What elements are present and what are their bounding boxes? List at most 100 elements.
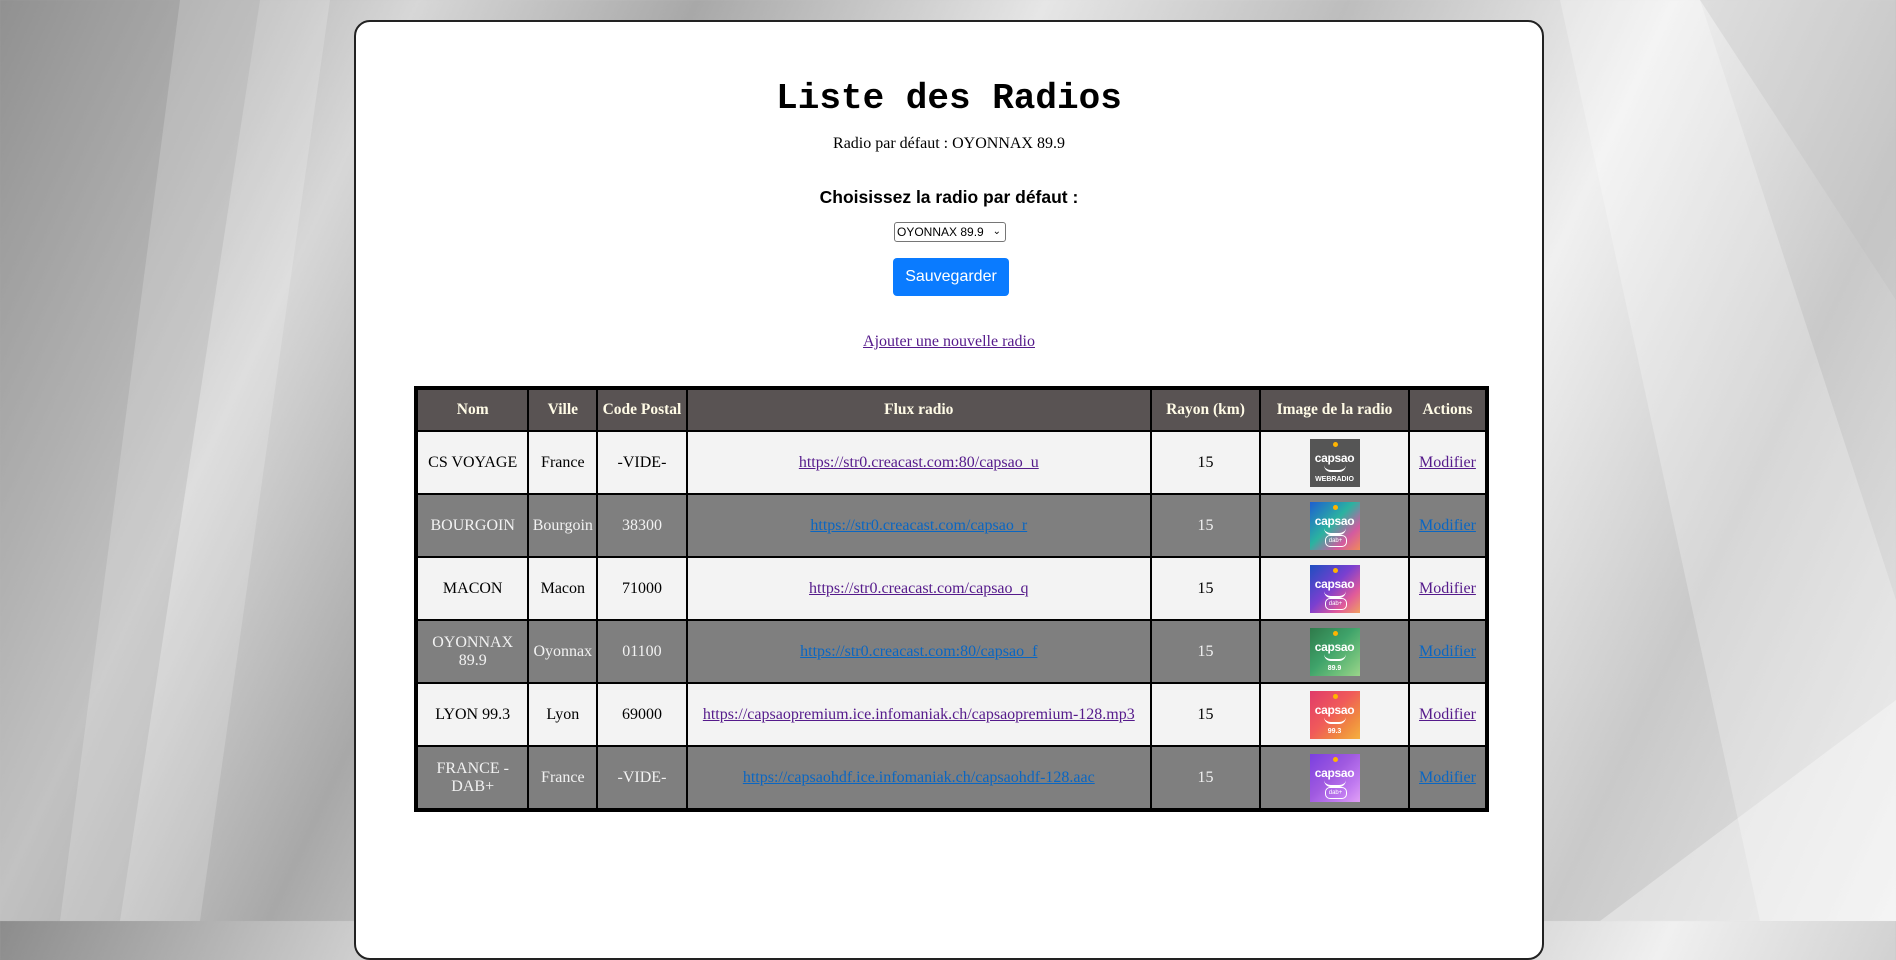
cell-actions: Modifier [1407, 430, 1489, 495]
logo-smile [1323, 591, 1346, 598]
modify-link[interactable]: Modifier [1419, 580, 1476, 597]
cell-code-postal: -VIDE- [596, 745, 688, 811]
radios-table: Nom Ville Code Postal Flux radio Rayon (… [414, 386, 1489, 812]
cell-nom: OYONNAX 89.9 [414, 619, 530, 684]
table-row: OYONNAX 89.9 Oyonnax 01100 https://str0.cre… [414, 619, 1489, 684]
cell-flux: https://str0.creacast.com/capsao_q [685, 556, 1152, 621]
cell-flux: https://capsaopremium.ice.infomaniak.ch/… [685, 682, 1152, 747]
add-radio-link-text[interactable]: Ajouter une nouvelle radio [863, 333, 1035, 350]
cell-image: capsao 99.3 [1259, 682, 1410, 747]
cell-flux: https://str0.creacast.com:80/capsao_f [685, 619, 1152, 684]
radio-logo-image: capsao dab+ [1309, 564, 1360, 613]
cell-actions: Modifier [1407, 556, 1489, 621]
cell-nom: FRANCE - DAB+ [414, 745, 530, 811]
default-radio-value: OYONNAX 89.9 [952, 135, 1065, 152]
cell-image: capsao 89.9 [1259, 619, 1410, 684]
cell-actions: Modifier [1407, 682, 1489, 747]
logo-badge: dab+ [1324, 534, 1347, 547]
main-card: Liste des Radios Radio par défaut : OYON… [354, 20, 1544, 960]
modify-link[interactable]: Modifier [1419, 769, 1476, 786]
logo-subtitle: WEBRADIO [1315, 475, 1354, 483]
logo-subtitle: 89.9 [1327, 664, 1342, 672]
cell-rayon: 15 [1149, 430, 1262, 495]
cell-actions: Modifier [1407, 619, 1489, 684]
logo-smile [1323, 654, 1346, 661]
cell-image: capsao dab+ [1259, 493, 1410, 558]
cell-code-postal: 69000 [596, 682, 688, 747]
cell-code-postal: 38300 [596, 493, 688, 558]
col-header-ville: Ville [527, 387, 599, 432]
cell-flux: https://str0.creacast.com:80/capsao_u [685, 430, 1152, 495]
logo-name: capsao [1314, 450, 1355, 465]
logo-name: capsao [1314, 639, 1355, 654]
table-row: MACON Macon 71000 https://str0.creacast.com… [414, 556, 1489, 621]
logo-name: capsao [1314, 576, 1355, 591]
select-value: OYONNAX 89.9 [897, 225, 984, 239]
cell-nom: BOURGOIN [414, 493, 530, 558]
choose-default-label: Choisissez la radio par défaut : [819, 187, 1079, 207]
modify-link[interactable]: Modifier [1419, 643, 1476, 660]
cell-flux: https://str0.creacast.com/capsao_r [685, 493, 1152, 558]
table-row: FRANCE - DAB+ France -VIDE-https://capsaoh… [414, 745, 1489, 811]
logo-dot [1332, 630, 1338, 636]
cell-ville: Lyon [527, 682, 599, 747]
table-row: BOURGOIN Bourgoin 38300 https://str0.creaca… [414, 493, 1489, 558]
cell-ville: Oyonnax [527, 619, 599, 684]
stream-link[interactable]: https://str0.creacast.com:80/capsao_f [800, 643, 1037, 660]
col-header-code-postal: Code Postal [596, 387, 688, 432]
logo-smile [1323, 465, 1346, 472]
logo-badge: dab+ [1324, 597, 1347, 610]
stream-link[interactable]: https://str0.creacast.com/capsao_r [810, 517, 1027, 534]
modify-link[interactable]: Modifier [1419, 706, 1476, 723]
cell-nom: CS VOYAGE [414, 430, 530, 495]
cell-nom: MACON [414, 556, 530, 621]
save-button[interactable]: Sauvegarder [893, 258, 1009, 296]
col-header-nom: Nom [414, 387, 530, 432]
cell-nom: LYON 99.3 [414, 682, 530, 747]
logo-dot [1332, 504, 1338, 510]
default-radio-line: Radio par défaut : OYONNAX 89.9 [356, 135, 1542, 153]
table-header-row: Nom Ville Code Postal Flux radio Rayon (… [414, 387, 1489, 432]
default-radio-select[interactable]: OYONNAX 89.9 ⌄ [894, 222, 1006, 242]
col-header-rayon: Rayon (km) [1149, 387, 1262, 432]
cell-image: capsao WEBRADIO [1259, 430, 1410, 495]
radio-logo-image: capsao 99.3 [1309, 690, 1360, 739]
radio-logo-image: capsao WEBRADIO [1309, 438, 1360, 487]
table-row: CS VOYAGE France -VIDE-https://str0.creaca… [414, 430, 1489, 495]
col-header-image: Image de la radio [1259, 387, 1410, 432]
cell-ville: Bourgoin [527, 493, 599, 558]
cell-rayon: 15 [1149, 493, 1262, 558]
cell-code-postal: 01100 [596, 619, 688, 684]
cell-code-postal: -VIDE- [596, 430, 688, 495]
logo-name: capsao [1314, 513, 1355, 528]
modify-link[interactable]: Modifier [1419, 454, 1476, 471]
logo-subtitle: 99.3 [1327, 727, 1342, 735]
page-title: Liste des Radios [776, 78, 1122, 119]
cell-code-postal: 71000 [596, 556, 688, 621]
cell-ville: France [527, 745, 599, 811]
logo-badge: dab+ [1324, 786, 1347, 799]
modify-link[interactable]: Modifier [1419, 517, 1476, 534]
col-header-actions: Actions [1407, 387, 1489, 432]
table-row: LYON 99.3 Lyon 69000 https://capsaopremium.… [414, 682, 1489, 747]
cell-rayon: 15 [1149, 556, 1262, 621]
stream-link[interactable]: https://capsaohdf.ice.infomaniak.ch/caps… [743, 769, 1095, 786]
cell-actions: Modifier [1407, 745, 1489, 811]
radio-logo-image: capsao dab+ [1309, 501, 1360, 550]
logo-name: capsao [1314, 765, 1355, 780]
logo-smile [1323, 780, 1346, 787]
logo-dot [1332, 693, 1338, 699]
cell-image: capsao dab+ [1259, 745, 1410, 811]
stream-link[interactable]: https://capsaopremium.ice.infomaniak.ch/… [703, 706, 1135, 723]
logo-name: capsao [1314, 702, 1355, 717]
stream-link[interactable]: https://str0.creacast.com:80/capsao_u [799, 454, 1039, 471]
stream-link[interactable]: https://str0.creacast.com/capsao_q [809, 580, 1028, 597]
cell-flux: https://capsaohdf.ice.infomaniak.ch/caps… [685, 745, 1152, 811]
logo-dot [1332, 567, 1338, 573]
cell-rayon: 15 [1149, 745, 1262, 811]
chevron-down-icon: ⌄ [992, 226, 1001, 237]
add-radio-link[interactable]: Ajouter une nouvelle radio [356, 333, 1542, 351]
table-body: CS VOYAGE France -VIDE-https://str0.creaca… [414, 430, 1489, 811]
col-header-flux: Flux radio [685, 387, 1152, 432]
cell-rayon: 15 [1149, 619, 1262, 684]
